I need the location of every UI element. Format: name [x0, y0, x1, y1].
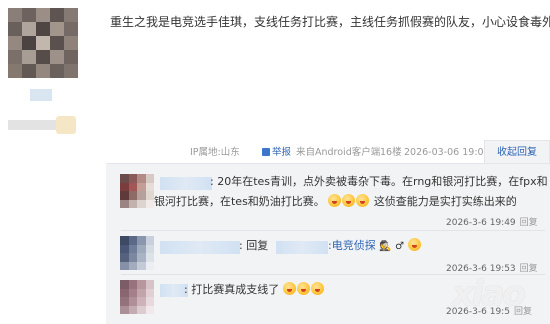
reply-avatar[interactable] [120, 280, 154, 314]
reply-button[interactable]: 回复 [520, 218, 538, 228]
post-floor: 16楼 [380, 147, 402, 158]
reply-text-segment: 银河打比赛，在tes和奶油打比赛。 [154, 195, 325, 208]
reply-username-blurred[interactable] [160, 241, 240, 254]
reply-timestamp: 2026-3-6 19:49 [446, 218, 516, 228]
reply-text: :电竞侦探 🕵 ♂ [328, 236, 422, 257]
post-ip-location: IP属地:山东 [190, 147, 240, 158]
reply-time: 2026-3-6 19:53 回复 [446, 261, 538, 274]
shocked-face-emoji [356, 194, 370, 207]
poster-badge-blurred [56, 116, 76, 134]
reply-target-blurred[interactable] [276, 241, 328, 254]
reply-text-segment: 这侦查能力是实打实练出来的 [373, 195, 517, 208]
shocked-face-emoji [342, 194, 356, 207]
poster-level-blurred [8, 120, 58, 130]
reply-text: : 打比赛真成支线了 [184, 280, 325, 300]
reply-username-blurred[interactable] [160, 177, 212, 190]
post-content: 重生之我是电竞选手佳琪，支线任务打比赛，主线任务抓假赛的队友，小心设食毒外卖 [110, 15, 550, 29]
poster-name-blurred[interactable] [30, 89, 52, 101]
post-client: 来自Android客户端 [296, 147, 381, 158]
reply-button[interactable]: 回复 [520, 264, 538, 274]
report-icon [262, 148, 270, 156]
shocked-face-emoji [407, 238, 421, 251]
male-sign-icon: ♂ [395, 241, 405, 252]
post-date: 2026-03-06 19:07 [404, 147, 490, 158]
reply-timestamp: 2026-3-6 19:53 [446, 264, 516, 274]
poster-avatar[interactable] [8, 8, 78, 78]
report-link[interactable]: 举报 [262, 146, 291, 160]
shocked-face-emoji [328, 194, 342, 207]
shocked-face-emoji [296, 282, 310, 295]
collapse-replies-button[interactable]: 收起回复 [484, 140, 550, 164]
reply-text: : 20年在tes青训，点外卖被毒杂下毒。在rng和银河打比赛，在fpx和 [210, 175, 548, 188]
site-watermark: xiao [452, 274, 526, 314]
reply-avatar[interactable] [120, 174, 154, 208]
report-label: 举报 [272, 147, 292, 158]
shocked-face-emoji [310, 282, 324, 295]
reply-text-segment: : 打比赛真成支线了 [184, 283, 280, 296]
reply-prefix: : 回复 [239, 239, 269, 252]
reply-time: 2026-3-6 19:49 回复 [446, 215, 538, 228]
detective-emoji: 🕵 [379, 241, 392, 252]
shocked-face-emoji [282, 282, 296, 295]
reply-divider [121, 230, 545, 231]
reply-text-segment: :电竞侦探 [328, 239, 376, 252]
reply-text-line2: 银河打比赛，在tes和奶油打比赛。 这侦查能力是实打实练出来的 [154, 192, 517, 212]
reply-avatar[interactable] [120, 236, 154, 270]
